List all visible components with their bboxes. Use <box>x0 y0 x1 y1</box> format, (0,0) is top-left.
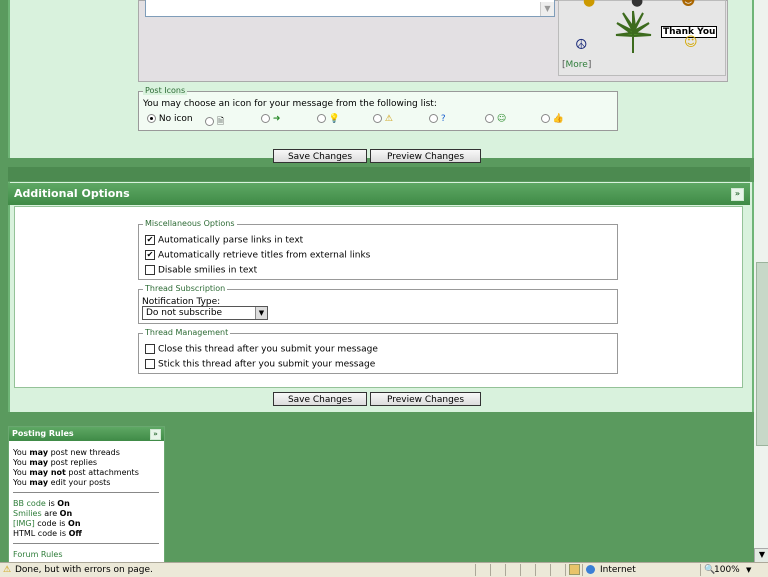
collapse-icon[interactable]: » <box>150 429 161 440</box>
smilies-link[interactable]: Smilies <box>13 509 42 518</box>
radio-button[interactable] <box>147 114 156 123</box>
post-icon-option[interactable]: 🗎 <box>205 114 224 130</box>
leaf-icon[interactable] <box>613 9 653 55</box>
scroll-down-arrow[interactable]: ▼ <box>754 548 768 563</box>
bb-code-link[interactable]: BB code <box>13 499 46 508</box>
smile-icon: ☺ <box>496 114 507 124</box>
more-smilies-link[interactable]: More <box>566 60 588 70</box>
post-icon-option[interactable]: 👍 <box>541 114 564 124</box>
rule-new-threads: You may post new threads <box>13 448 120 457</box>
smilie-icon[interactable]: ● <box>631 0 643 9</box>
thread-management-fieldset: Thread Management Close this thread afte… <box>138 328 618 374</box>
warning-icon: ⚠ <box>384 114 393 124</box>
browser-status-bar: ⚠ Done, but with errors on page. Interne… <box>0 562 768 577</box>
scrollbar-thumb[interactable] <box>756 262 768 446</box>
disable-smilies-option[interactable]: Disable smilies in text <box>145 265 257 276</box>
post-icon-option[interactable]: ☺ <box>485 114 506 124</box>
peace-icon[interactable]: ☮ <box>575 37 588 53</box>
close-thread-option[interactable]: Close this thread after you submit your … <box>145 344 378 355</box>
checkbox[interactable] <box>145 359 155 369</box>
rule-smilies: Smilies are On <box>13 509 73 518</box>
stick-thread-option[interactable]: Stick this thread after you submit your … <box>145 359 375 370</box>
checkbox[interactable] <box>145 265 155 275</box>
rule-bb-code: BB code is On <box>13 499 70 508</box>
status-cell <box>490 564 491 576</box>
checkbox[interactable] <box>145 344 155 354</box>
textarea-scroll-down[interactable]: ▼ <box>540 2 554 16</box>
chevron-down-icon[interactable]: ▼ <box>255 307 267 319</box>
lightbulb-icon: 💡 <box>328 114 341 124</box>
status-cell <box>475 564 476 576</box>
additional-options-title: Additional Options <box>14 187 130 200</box>
rule-attachments: You may not post attachments <box>13 468 139 477</box>
message-textarea[interactable] <box>145 0 555 17</box>
retrieve-titles-option[interactable]: ✔ Automatically retrieve titles from exte… <box>145 250 370 261</box>
thread-subscription-legend: Thread Subscription <box>143 284 228 293</box>
status-cell <box>535 564 536 576</box>
checkbox-checked[interactable]: ✔ <box>145 250 155 260</box>
thread-management-legend: Thread Management <box>143 328 231 337</box>
divider <box>13 492 159 493</box>
collapse-icon[interactable]: » <box>731 188 744 201</box>
status-message: Done, but with errors on page. <box>15 565 153 575</box>
post-icon-option[interactable]: ➜ <box>261 114 280 124</box>
additional-options-header: Additional Options » <box>8 183 750 205</box>
warning-icon[interactable]: ⚠ <box>3 563 11 577</box>
status-cell <box>550 564 551 576</box>
globe-icon <box>586 565 595 574</box>
divider <box>13 543 159 544</box>
post-icon-option-none[interactable]: No icon <box>147 114 193 124</box>
post-icon-option[interactable]: ? <box>429 114 446 124</box>
arrow-right-icon: ➜ <box>272 114 281 124</box>
posting-rules-panel: Posting Rules » You may post new threads… <box>8 426 165 564</box>
rule-html-code: HTML code is Off <box>13 529 82 538</box>
post-icons-legend: Post Icons <box>143 86 188 95</box>
posting-rules-header: Posting Rules » <box>9 427 164 441</box>
security-zone: Internet <box>600 565 636 575</box>
zoom-level[interactable]: 100% <box>714 563 740 577</box>
section-divider <box>8 167 750 181</box>
checkbox-checked[interactable]: ✔ <box>145 235 155 245</box>
img-code-link[interactable]: [IMG] <box>13 519 35 528</box>
rule-img-code: [IMG] code is On <box>13 519 81 528</box>
rule-edit-posts: You may edit your posts <box>13 478 111 487</box>
notification-type-select[interactable]: Do not subscribe ▼ <box>142 306 268 320</box>
status-cell <box>582 564 583 576</box>
lock-icon <box>569 564 580 575</box>
smilie-icon[interactable]: ☻ <box>681 0 696 9</box>
post-icon-option[interactable]: 💡 <box>317 114 340 124</box>
question-icon: ? <box>440 114 446 124</box>
posting-rules-title: Posting Rules <box>12 429 74 438</box>
misc-options-fieldset: Miscellaneous Options ✔ Automatically par… <box>138 219 618 280</box>
chevron-down-icon[interactable]: ▼ <box>746 563 751 577</box>
doc-icon: 🗎 <box>216 117 225 127</box>
smilie-icon[interactable]: ● <box>583 0 595 9</box>
misc-options-legend: Miscellaneous Options <box>143 219 237 228</box>
status-cell <box>520 564 521 576</box>
notification-selected-value: Do not subscribe <box>146 308 223 318</box>
status-cell <box>700 564 701 576</box>
parse-links-option[interactable]: ✔ Automatically parse links in text <box>145 235 303 246</box>
status-cell <box>505 564 506 576</box>
preview-changes-button[interactable]: Preview Changes <box>370 149 481 163</box>
forum-rules-link[interactable]: Forum Rules <box>13 550 63 559</box>
save-changes-button[interactable]: Save Changes <box>273 149 367 163</box>
status-cell <box>565 564 566 576</box>
more-smilies: [More] <box>562 60 592 70</box>
post-icon-option[interactable]: ⚠ <box>373 114 393 124</box>
rule-replies: You may post replies <box>13 458 98 467</box>
thumbs-up-icon: 👍 <box>552 114 565 124</box>
save-changes-button[interactable]: Save Changes <box>273 392 367 406</box>
post-icons-instruction: You may choose an icon for your message … <box>143 99 437 109</box>
preview-changes-button[interactable]: Preview Changes <box>370 392 481 406</box>
post-icons-fieldset: Post Icons You may choose an icon for yo… <box>138 86 618 131</box>
smilie-icon[interactable]: ☺ <box>684 35 698 50</box>
